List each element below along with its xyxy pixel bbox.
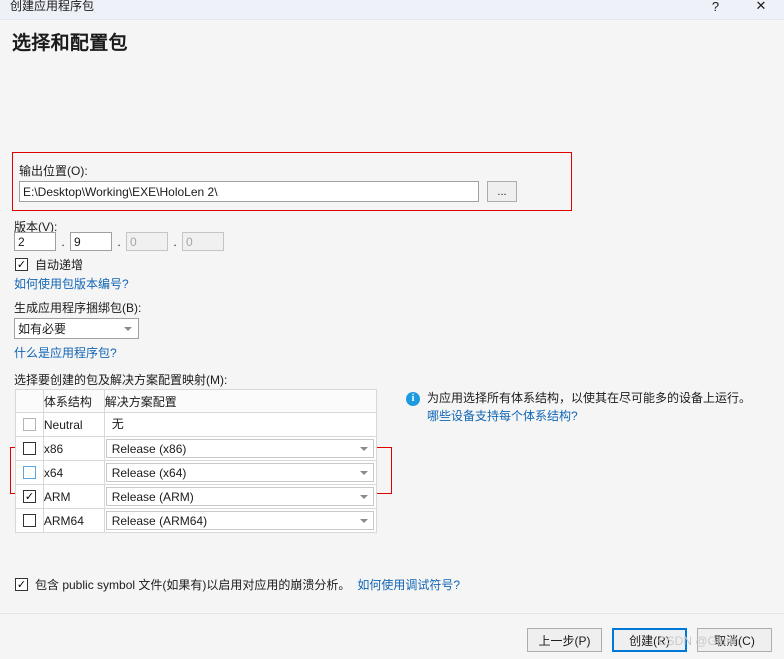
- row-architecture-name: x86: [42, 436, 105, 461]
- table-row: x64 Release (x64): [15, 460, 378, 485]
- row-configuration-cell: Release (ARM64): [103, 508, 378, 533]
- browse-button[interactable]: ...: [487, 181, 517, 202]
- window-title: 创建应用程序包: [10, 0, 95, 13]
- row-checkbox-wrapper: ✓: [16, 485, 43, 508]
- header-architecture: 体系结构: [42, 389, 105, 413]
- configuration-select-x64[interactable]: Release (x64): [105, 463, 374, 482]
- info-help-link[interactable]: 哪些设备支持每个体系结构?: [427, 407, 578, 424]
- bundle-help-link[interactable]: 什么是应用程序包?: [14, 344, 117, 361]
- version-help-link[interactable]: 如何使用包版本编号?: [14, 275, 129, 292]
- close-icon[interactable]: ✕: [738, 0, 784, 20]
- version-separator-3: .: [173, 234, 177, 249]
- row-checkbox-cell: [15, 412, 44, 437]
- help-icon[interactable]: ?: [693, 0, 738, 20]
- configuration-value: Release (x64): [111, 465, 187, 480]
- row-architecture-name: Neutral: [42, 412, 105, 437]
- check-icon: ✓: [24, 490, 35, 503]
- table-row: Neutral 无: [15, 412, 378, 437]
- row-architecture-name: ARM: [42, 484, 105, 509]
- dialog-footer: 上一步(P) 创建(R) 取消(C): [0, 613, 784, 659]
- row-checkbox-arm64[interactable]: [22, 514, 36, 527]
- table-row: x86 Release (x86): [15, 436, 378, 461]
- output-location-label: 输出位置(O):: [19, 164, 88, 178]
- version-minor-input[interactable]: [70, 232, 112, 251]
- chevron-down-icon: [360, 494, 368, 499]
- configuration-static-value: 无: [111, 417, 124, 431]
- version-separator-2: .: [117, 234, 121, 249]
- row-checkbox-cell: ✓: [15, 484, 44, 509]
- row-checkbox-neutral: [22, 418, 36, 431]
- version-revision-input: [182, 232, 224, 251]
- table-row: ✓ ARM Release (ARM): [15, 484, 378, 509]
- configuration-select-x86[interactable]: Release (x86): [105, 439, 374, 458]
- row-configuration-cell: 无: [103, 412, 378, 437]
- row-checkbox-cell: [15, 460, 44, 485]
- row-configuration-cell: Release (ARM): [103, 484, 378, 509]
- row-checkbox-wrapper: [16, 437, 43, 460]
- configuration-select-arm64[interactable]: Release (ARM64): [105, 511, 374, 530]
- row-architecture-name: x64: [42, 460, 105, 485]
- row-configuration-cell: Release (x64): [103, 460, 378, 485]
- configuration-value: Release (x86): [111, 441, 187, 456]
- public-symbol-checkbox[interactable]: ✓: [15, 578, 28, 591]
- window-title-bar: 创建应用程序包 ? ✕: [0, 0, 784, 20]
- table-row: ARM64 Release (ARM64): [15, 508, 378, 533]
- header-configuration: 解决方案配置: [103, 389, 378, 413]
- public-symbol-label: 包含 public symbol 文件(如果有)以启用对应用的崩溃分析。: [35, 578, 351, 592]
- dialog-header: 选择和配置包: [0, 20, 784, 68]
- row-checkbox-x64[interactable]: [22, 466, 36, 479]
- row-checkbox-x86[interactable]: [22, 442, 36, 455]
- chevron-down-icon: [124, 326, 132, 331]
- row-checkbox-arm[interactable]: ✓: [22, 490, 36, 503]
- previous-button[interactable]: 上一步(P): [527, 628, 602, 652]
- chevron-down-icon: [360, 518, 368, 523]
- table-header-row: 体系结构 解决方案配置: [15, 389, 378, 413]
- arch-table-label: 选择要创建的包及解决方案配置映射(M):: [14, 373, 228, 387]
- bundle-select[interactable]: 如有必要: [14, 318, 139, 339]
- info-icon: i: [406, 392, 420, 406]
- bundle-label: 生成应用程序捆绑包(B):: [14, 301, 142, 315]
- row-checkbox-wrapper: [16, 413, 43, 436]
- cancel-button[interactable]: 取消(C): [697, 628, 772, 652]
- auto-increment-checkbox[interactable]: ✓: [15, 258, 28, 271]
- footer-buttons: 上一步(P) 创建(R) 取消(C): [527, 628, 772, 652]
- window-controls: ? ✕: [693, 0, 784, 20]
- configuration-value: Release (ARM): [111, 489, 194, 504]
- row-checkbox-cell: [15, 436, 44, 461]
- row-configuration-cell: Release (x86): [103, 436, 378, 461]
- info-text: 为应用选择所有体系结构，以使其在尽可能多的设备上运行。: [427, 391, 752, 405]
- row-architecture-name: ARM64: [42, 508, 105, 533]
- version-fields: . . .: [14, 232, 224, 251]
- output-location-input[interactable]: [19, 181, 479, 202]
- version-separator-1: .: [61, 234, 65, 249]
- row-checkbox-cell: [15, 508, 44, 533]
- bundle-selected-value: 如有必要: [18, 322, 67, 336]
- auto-increment-row[interactable]: ✓ 自动递增: [15, 256, 83, 273]
- create-button[interactable]: 创建(R): [612, 628, 687, 652]
- version-major-input[interactable]: [14, 232, 56, 251]
- header-checkbox-cell: [15, 389, 44, 413]
- configuration-value: Release (ARM64): [111, 513, 208, 528]
- chevron-down-icon: [360, 446, 368, 451]
- page-title: 选择和配置包: [12, 33, 128, 54]
- architecture-table: 体系结构 解决方案配置 Neutral 无 x86 Release (x86) x64 R…: [15, 389, 378, 533]
- version-build-input: [126, 232, 168, 251]
- configuration-select-arm[interactable]: Release (ARM): [105, 487, 374, 506]
- row-checkbox-wrapper: [16, 461, 43, 484]
- debug-symbol-help-link[interactable]: 如何使用调试符号?: [357, 576, 460, 593]
- dialog-content: 输出位置(O): ... 版本(V): . . . ✓ 自动递增 如何使用包版本…: [0, 68, 784, 613]
- auto-increment-label: 自动递增: [35, 258, 84, 272]
- chevron-down-icon: [360, 470, 368, 475]
- public-symbol-row: ✓ 包含 public symbol 文件(如果有)以启用对应用的崩溃分析。 如…: [15, 576, 460, 593]
- architecture-table-body: 体系结构 解决方案配置 Neutral 无 x86 Release (x86) x64 R…: [15, 389, 378, 533]
- row-checkbox-wrapper: [16, 509, 43, 532]
